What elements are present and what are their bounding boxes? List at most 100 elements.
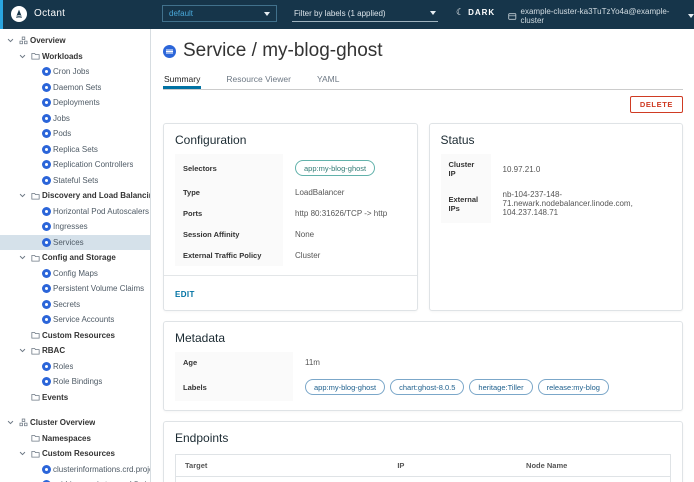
- resource-icon: [40, 145, 53, 154]
- sidebar-item-cron-jobs[interactable]: Cron Jobs: [0, 64, 150, 80]
- chevron-down-icon[interactable]: [4, 419, 17, 426]
- row-label: External Traffic Policy: [175, 245, 283, 266]
- folder-icon: [29, 254, 42, 262]
- resource-icon: [40, 300, 53, 309]
- tab-summary[interactable]: Summary: [163, 71, 201, 89]
- sidebar-item-role-bindings[interactable]: Role Bindings: [0, 374, 150, 390]
- apps-icon: [17, 418, 30, 427]
- chevron-down-icon: [264, 12, 270, 16]
- sidebar-item-replica-sets[interactable]: Replica Sets: [0, 142, 150, 158]
- sidebar-item-label: Overview: [30, 36, 66, 45]
- chevron-down-icon: [688, 14, 694, 18]
- folder-icon: [29, 347, 42, 355]
- summary-row-external-traffic-policy: External Traffic PolicyCluster: [175, 245, 406, 266]
- label-tag: release:my-blog: [538, 379, 609, 395]
- sidebar-item-label: Custom Resources: [42, 331, 115, 340]
- resource-icon: [40, 98, 53, 107]
- service-resource-icon: [163, 45, 176, 58]
- sidebar-item-stateful-sets[interactable]: Stateful Sets: [0, 173, 150, 189]
- folder-icon: [29, 52, 42, 60]
- chevron-down-icon[interactable]: [16, 347, 29, 354]
- sidebar-item-discovery-and-load-balancing[interactable]: Discovery and Load Balancing: [0, 188, 150, 204]
- cell-target: my-blog-ghost-77df85c6cd-vf6dx: [176, 477, 389, 482]
- summary-row-ports: Portshttp 80:31626/TCP -> http: [175, 203, 406, 224]
- metadata-card: Metadata Age11mLabelsapp:my-blog-ghostch…: [163, 321, 683, 411]
- tab-resource-viewer[interactable]: Resource Viewer: [225, 71, 292, 89]
- theme-toggle-label: DARK: [468, 8, 495, 17]
- sidebar-item-workloads[interactable]: Workloads: [0, 49, 150, 65]
- octant-logo-icon[interactable]: [11, 6, 27, 22]
- sidebar-item-custom-resources[interactable]: Custom Resources: [0, 328, 150, 344]
- sidebar-item-label: Ingresses: [53, 222, 88, 231]
- sidebar-item-replication-controllers[interactable]: Replication Controllers: [0, 157, 150, 173]
- sidebar-item-jobs[interactable]: Jobs: [0, 111, 150, 127]
- sidebar-item-label: Role Bindings: [53, 377, 102, 386]
- sidebar-item-label: Secrets: [53, 300, 80, 309]
- sidebar-item-overview[interactable]: Overview: [0, 33, 150, 49]
- sidebar-item-pods[interactable]: Pods: [0, 126, 150, 142]
- sidebar-item-ingresses[interactable]: Ingresses: [0, 219, 150, 235]
- context-switcher[interactable]: example-cluster-ka3TuTzYo4a@example-clus…: [508, 7, 694, 25]
- sidebar-item-label: Config and Storage: [42, 253, 116, 262]
- selector-tag: app:my-blog-ghost: [295, 160, 375, 176]
- sidebar-item-events[interactable]: Events: [0, 390, 150, 406]
- sidebar-item-services[interactable]: Services: [0, 235, 150, 251]
- namespace-select[interactable]: default: [162, 5, 277, 22]
- sidebar-item-label: Deployments: [53, 98, 100, 107]
- chevron-down-icon[interactable]: [4, 37, 17, 44]
- sidebar-item-namespaces[interactable]: Namespaces: [0, 431, 150, 447]
- configuration-card-title: Configuration: [164, 124, 417, 154]
- row-label: Selectors: [175, 154, 283, 182]
- sidebar-item-label: Pods: [53, 129, 71, 138]
- label-filter-input[interactable]: Filter by labels (1 applied): [292, 5, 438, 22]
- status-card: Status Cluster IP10.97.21.0External IPsn…: [429, 123, 684, 311]
- chevron-down-icon[interactable]: [16, 450, 29, 457]
- column-header-node-name: Node Name: [517, 455, 670, 477]
- resource-icon: [40, 315, 53, 324]
- sidebar-item-rbac[interactable]: RBAC: [0, 343, 150, 359]
- sidebar-item-config-and-storage[interactable]: Config and Storage: [0, 250, 150, 266]
- sidebar-item-label: Replica Sets: [53, 145, 98, 154]
- sidebar-item-label: Jobs: [53, 114, 70, 123]
- sidebar-item-roles[interactable]: Roles: [0, 359, 150, 375]
- resource-icon: [40, 160, 53, 169]
- sidebar-item-daemon-sets[interactable]: Daemon Sets: [0, 80, 150, 96]
- delete-button[interactable]: DELETE: [630, 96, 683, 113]
- tab-yaml[interactable]: YAML: [316, 71, 341, 89]
- chevron-down-icon[interactable]: [16, 254, 29, 261]
- sidebar-item-clusterinformations-crd-projec[interactable]: clusterinformations.crd.projec: [0, 462, 150, 478]
- row-label: Type: [175, 182, 283, 203]
- endpoints-card: Endpoints TargetIPNode Name my-blog-ghos…: [163, 421, 683, 482]
- sidebar-item-service-accounts[interactable]: Service Accounts: [0, 312, 150, 328]
- folder-icon: [29, 192, 42, 200]
- tab-bar: Summary Resource Viewer YAML: [163, 71, 683, 90]
- sidebar-item-label: clusterinformations.crd.projec: [53, 465, 150, 474]
- main-content: Service / my-blog-ghost SummaryResource …: [152, 29, 694, 482]
- context-label: example-cluster-ka3TuTzYo4a@example-clus…: [521, 7, 684, 25]
- row-value: http 80:31626/TCP -> http: [283, 203, 406, 224]
- sidebar-nav: Overview WorkloadsCron Jobs Daemon Sets Dep…: [0, 29, 151, 482]
- theme-toggle[interactable]: ☾ DARK: [456, 7, 495, 18]
- sidebar-item-label: Daemon Sets: [53, 83, 101, 92]
- resource-icon: [40, 465, 53, 474]
- row-value: Cluster: [283, 245, 406, 266]
- edit-link[interactable]: EDIT: [175, 290, 195, 299]
- row-label: Labels: [175, 373, 293, 401]
- sidebar-item-custom-resources[interactable]: Custom Resources: [0, 446, 150, 462]
- sidebar-item-label: Discovery and Load Balancing: [42, 191, 150, 200]
- row-value: nb-104-237-148-71.newark.nodebalancer.li…: [491, 184, 672, 223]
- cell-ip: 10.244.2.3: [388, 477, 517, 482]
- sidebar-item-label: Config Maps: [53, 269, 98, 278]
- sidebar-item-config-maps[interactable]: Config Maps: [0, 266, 150, 282]
- app-header: Octant default Filter by labels (1 appli…: [0, 0, 694, 29]
- chevron-down-icon[interactable]: [16, 192, 29, 199]
- sidebar-item-cluster-overview[interactable]: Cluster Overview: [0, 415, 150, 431]
- sidebar-item-secrets[interactable]: Secrets: [0, 297, 150, 313]
- sidebar-item-label: Replication Controllers: [53, 160, 133, 169]
- sidebar-item-horizontal-pod-autoscalers[interactable]: Horizontal Pod Autoscalers: [0, 204, 150, 220]
- sidebar-item-persistent-volume-claims[interactable]: Persistent Volume Claims: [0, 281, 150, 297]
- chevron-down-icon[interactable]: [16, 53, 29, 60]
- sidebar-item-csidrivers-csi-storage-k8s-io[interactable]: csidrivers.csi.storage.k8s.io: [0, 477, 150, 482]
- sidebar-item-deployments[interactable]: Deployments: [0, 95, 150, 111]
- namespace-select-value: default: [169, 9, 264, 18]
